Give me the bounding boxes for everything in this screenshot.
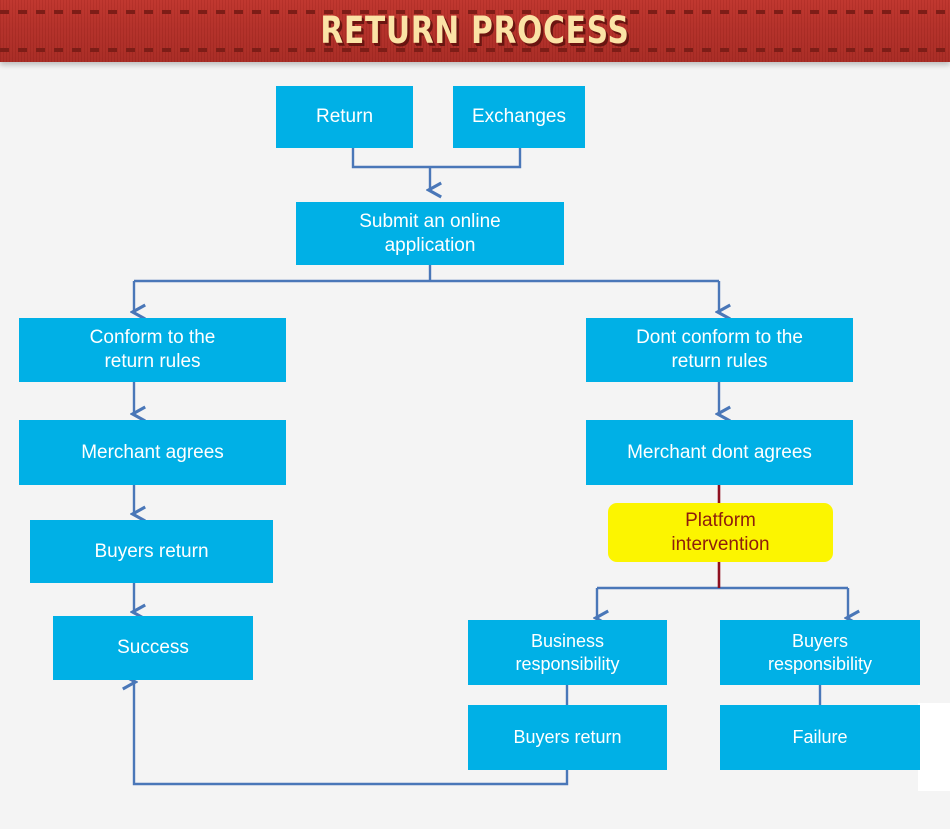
node-label-line1: Submit an online (359, 210, 501, 232)
node-failure[interactable]: Failure (720, 705, 920, 770)
page-title: RETURN PROCESS (320, 9, 630, 52)
node-label-line1: Platform (685, 509, 756, 531)
node-label-line1: Dont conform to the (636, 327, 803, 348)
node-dont-conform-return-rules[interactable]: Dont conform to the return rules (586, 318, 853, 382)
node-label-line1: Business (530, 630, 605, 651)
node-merchant-agrees[interactable]: Merchant agrees (19, 420, 286, 485)
node-label-line2: intervention (671, 533, 770, 555)
page-banner: RETURN PROCESS (0, 0, 950, 62)
flowchart-page: RETURN PROCESS Return Exchanges Submit a… (0, 0, 950, 829)
node-success[interactable]: Success (53, 616, 253, 680)
node-merchant-dont-agrees[interactable]: Merchant dont agrees (586, 420, 853, 485)
edge-return-exchanges-merge (351, 148, 522, 169)
node-platform-intervention[interactable]: Platform intervention (608, 503, 833, 562)
white-patch (918, 703, 950, 791)
node-buyers-return-left[interactable]: Buyers return (30, 520, 273, 583)
node-conform-return-rules[interactable]: Conform to the return rules (19, 318, 286, 382)
node-return[interactable]: Return (276, 86, 413, 148)
node-buyers-responsibility[interactable]: Buyers responsibility (720, 620, 920, 685)
node-label-line1: Conform to the (89, 327, 216, 348)
node-label-line2: return rules (671, 351, 768, 372)
node-submit-application[interactable]: Submit an online application (296, 202, 564, 265)
node-label-line2: responsibility (515, 653, 620, 674)
node-exchanges[interactable]: Exchanges (453, 86, 585, 148)
node-business-responsibility[interactable]: Business responsibility (468, 620, 667, 685)
node-label-line1: Buyers (791, 630, 849, 651)
flowchart-canvas: Return Exchanges Submit an online applic… (0, 62, 950, 829)
node-label-line2: responsibility (767, 653, 873, 674)
node-label-line2: return rules (104, 351, 201, 372)
node-label-line2: application (384, 234, 476, 256)
node-buyers-return-bottom[interactable]: Buyers return (468, 705, 667, 770)
